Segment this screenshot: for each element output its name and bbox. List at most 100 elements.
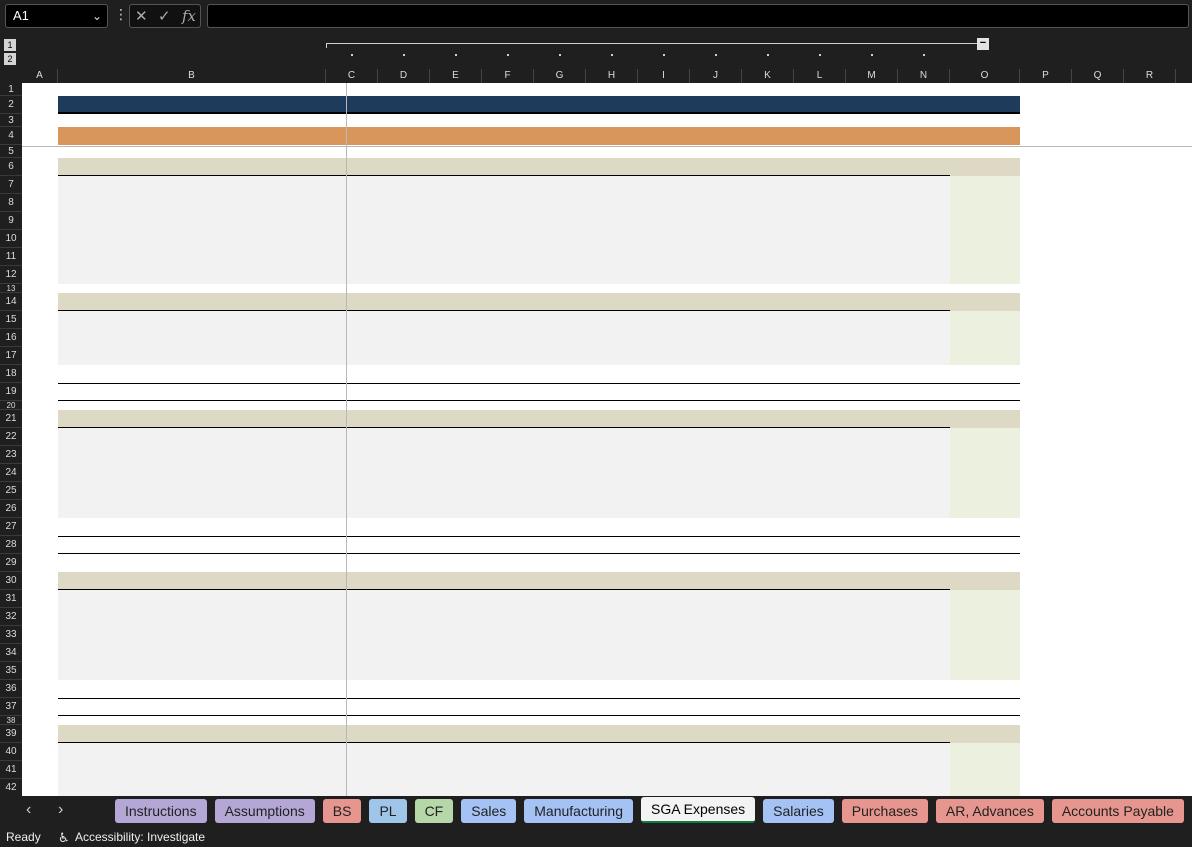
row-26-value-mar[interactable] bbox=[378, 500, 426, 518]
row-41-value-jul[interactable] bbox=[586, 761, 632, 779]
row-33-value-oct[interactable] bbox=[742, 626, 788, 644]
row-42-value-aug[interactable] bbox=[638, 779, 684, 796]
row-40-value-apr[interactable] bbox=[430, 743, 476, 761]
row-15-value-apr[interactable] bbox=[430, 311, 476, 329]
row-header-30[interactable]: 30 bbox=[0, 572, 22, 590]
row-header-42[interactable]: 42 bbox=[0, 779, 22, 796]
row-header-12[interactable]: 12 bbox=[0, 266, 22, 284]
row-16-value-nov[interactable] bbox=[794, 329, 840, 347]
row-40-value-jun[interactable] bbox=[534, 743, 580, 761]
row-header-6[interactable]: 6 bbox=[0, 158, 22, 176]
row-header-27[interactable]: 27 bbox=[0, 518, 22, 536]
column-header-o[interactable]: O bbox=[950, 69, 1020, 83]
row-25-value-dec[interactable] bbox=[846, 482, 892, 500]
row-24-value-apr[interactable] bbox=[430, 464, 476, 482]
row-16-value-jan[interactable] bbox=[898, 329, 944, 347]
row-17-value-mar[interactable] bbox=[378, 347, 426, 365]
column-header-c[interactable]: C bbox=[326, 69, 378, 83]
row-31-value-jun[interactable] bbox=[534, 590, 580, 608]
row-41-value-jun[interactable] bbox=[534, 761, 580, 779]
row-15-value-jan[interactable] bbox=[898, 311, 944, 329]
row-34-value-jun[interactable] bbox=[534, 644, 580, 662]
row-33-value-dec[interactable] bbox=[846, 626, 892, 644]
row-41-value-jan[interactable] bbox=[898, 761, 944, 779]
row-17-value-sep[interactable] bbox=[690, 347, 736, 365]
row-28-pct-jul[interactable] bbox=[586, 536, 634, 554]
tab-manufacturing[interactable]: Manufacturing bbox=[524, 799, 633, 823]
row-header-38[interactable]: 38 bbox=[0, 716, 22, 725]
row-42-value-jun[interactable] bbox=[534, 779, 580, 796]
row-28-pct-feb[interactable] bbox=[326, 536, 374, 554]
row-16-value-jul[interactable] bbox=[586, 329, 632, 347]
row-35-value-may[interactable] bbox=[482, 662, 528, 680]
row-37-pct-sep[interactable] bbox=[690, 698, 738, 716]
row-31-value-feb[interactable] bbox=[326, 590, 374, 608]
row-31-value-nov[interactable] bbox=[794, 590, 840, 608]
column-header-m[interactable]: M bbox=[846, 69, 898, 83]
row-header-23[interactable]: 23 bbox=[0, 446, 22, 464]
row-31-value-sep[interactable] bbox=[690, 590, 736, 608]
row-header-21[interactable]: 21 bbox=[0, 410, 22, 428]
row-32-value-may[interactable] bbox=[482, 608, 528, 626]
row-34-value-jul[interactable] bbox=[586, 644, 632, 662]
row-24-value-aug[interactable] bbox=[638, 464, 684, 482]
row-16-value-sep[interactable] bbox=[690, 329, 736, 347]
row-22-value-mar[interactable] bbox=[378, 428, 426, 446]
row-23-value-apr[interactable] bbox=[430, 446, 476, 464]
row-17-value-aug[interactable] bbox=[638, 347, 684, 365]
row-40-value-may[interactable] bbox=[482, 743, 528, 761]
row-19-pct-jul[interactable] bbox=[586, 383, 634, 401]
row-42-value-dec[interactable] bbox=[846, 779, 892, 796]
column-header-i[interactable]: I bbox=[638, 69, 690, 83]
row-header-3[interactable]: 3 bbox=[0, 114, 22, 127]
row-23-value-dec[interactable] bbox=[846, 446, 892, 464]
row-41-value-oct[interactable] bbox=[742, 761, 788, 779]
row-40-value-sep[interactable] bbox=[690, 743, 736, 761]
row-31-value-mar[interactable] bbox=[378, 590, 426, 608]
row-34-value-jan[interactable] bbox=[898, 644, 944, 662]
row-40-value-dec[interactable] bbox=[846, 743, 892, 761]
row-35-value-jan[interactable] bbox=[898, 662, 944, 680]
column-header-l[interactable]: L bbox=[794, 69, 846, 83]
row-28-pct-dec[interactable] bbox=[846, 536, 894, 554]
row-header-19[interactable]: 19 bbox=[0, 383, 22, 401]
row-32-value-jun[interactable] bbox=[534, 608, 580, 626]
row-15-value-may[interactable] bbox=[482, 311, 528, 329]
row-header-5[interactable]: 5 bbox=[0, 145, 22, 158]
tab-sga-expenses[interactable]: SGA Expenses bbox=[640, 797, 756, 823]
row-40-value-feb[interactable] bbox=[326, 743, 374, 761]
row-23-value-jul[interactable] bbox=[586, 446, 632, 464]
insert-function-icon[interactable]: fx bbox=[182, 7, 196, 25]
row-25-value-jan[interactable] bbox=[898, 482, 944, 500]
row-15-value-dec[interactable] bbox=[846, 311, 892, 329]
row-41-value-sep[interactable] bbox=[690, 761, 736, 779]
row-31-value-dec[interactable] bbox=[846, 590, 892, 608]
row-42-value-jan[interactable] bbox=[898, 779, 944, 796]
row-32-value-oct[interactable] bbox=[742, 608, 788, 626]
row-header-31[interactable]: 31 bbox=[0, 590, 22, 608]
row-17-value-oct[interactable] bbox=[742, 347, 788, 365]
row-37-pct-jul[interactable] bbox=[586, 698, 634, 716]
row-32-value-apr[interactable] bbox=[430, 608, 476, 626]
row-22-value-dec[interactable] bbox=[846, 428, 892, 446]
row-22-value-jan[interactable] bbox=[898, 428, 944, 446]
row-25-value-mar[interactable] bbox=[378, 482, 426, 500]
row-35-value-jul[interactable] bbox=[586, 662, 632, 680]
row-26-value-feb[interactable] bbox=[326, 500, 374, 518]
tab-purchases[interactable]: Purchases bbox=[841, 799, 928, 823]
row-23-value-mar[interactable] bbox=[378, 446, 426, 464]
column-header-h[interactable]: H bbox=[586, 69, 638, 83]
row-26-value-aug[interactable] bbox=[638, 500, 684, 518]
row-header-2[interactable]: 2 bbox=[0, 96, 22, 114]
row-22-value-jun[interactable] bbox=[534, 428, 580, 446]
row-header-26[interactable]: 26 bbox=[0, 500, 22, 518]
row-header-24[interactable]: 24 bbox=[0, 464, 22, 482]
row-header-39[interactable]: 39 bbox=[0, 725, 22, 743]
row-31-value-aug[interactable] bbox=[638, 590, 684, 608]
row-25-value-jun[interactable] bbox=[534, 482, 580, 500]
row-35-value-sep[interactable] bbox=[690, 662, 736, 680]
column-header-a[interactable]: A bbox=[22, 69, 58, 83]
column-header-p[interactable]: P bbox=[1020, 69, 1072, 83]
row-41-value-nov[interactable] bbox=[794, 761, 840, 779]
row-34-value-aug[interactable] bbox=[638, 644, 684, 662]
